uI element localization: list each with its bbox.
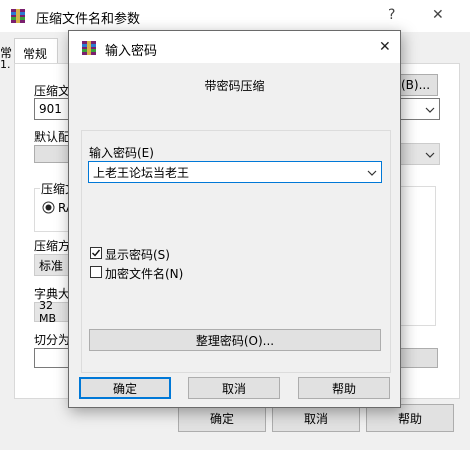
default-config-label: 默认配 <box>34 130 71 144</box>
ok-button[interactable]: 确定 <box>178 404 266 432</box>
dialog-cancel-label: 取消 <box>221 381 246 396</box>
set-password-button[interactable] <box>400 348 438 368</box>
password-value: 上老王论坛当老王 <box>93 165 190 180</box>
cancel-button-label: 取消 <box>303 411 328 426</box>
help-button-label: 帮助 <box>397 411 422 426</box>
browse-button[interactable]: (B)... <box>396 74 438 96</box>
winrar-icon <box>81 40 97 56</box>
show-password-label: 显示密码(S) <box>105 248 170 262</box>
checkbox-unchecked-icon[interactable] <box>90 266 102 278</box>
dialog-header: 带密码压缩 <box>204 79 265 93</box>
organize-passwords-button[interactable]: 整理密码(O)... <box>89 329 381 351</box>
split-volumes-label: 切分为 <box>34 333 71 347</box>
password-label: 输入密码(E) <box>89 146 154 160</box>
partial-tab-label-2: 1. <box>0 58 11 71</box>
dialog-help-label: 帮助 <box>331 381 356 396</box>
browse-button-label: (B)... <box>401 78 431 92</box>
password-dialog: 输入密码 ✕ 带密码压缩 输入密码(E) 上老王论坛当老王 显示密码(S) 加密… <box>68 30 401 408</box>
password-input[interactable]: 上老王论坛当老王 <box>88 161 382 183</box>
dialog-ok-label: 确定 <box>112 381 137 396</box>
archive-options-group <box>400 186 436 326</box>
profiles-button[interactable] <box>34 145 70 163</box>
chevron-down-icon <box>425 102 435 116</box>
archive-name-dropdown[interactable] <box>400 98 440 120</box>
split-volumes-input[interactable] <box>34 348 70 368</box>
dialog-cancel-button[interactable]: 取消 <box>188 377 280 399</box>
archive-name-value: 901 <box>39 102 62 116</box>
ok-button-label: 确定 <box>209 411 234 426</box>
dialog-ok-button[interactable]: 确定 <box>79 377 171 399</box>
dialog-title: 输入密码 <box>105 44 158 59</box>
help-icon[interactable]: ? <box>388 7 395 23</box>
dialog-titlebar: 输入密码 ✕ <box>69 31 400 63</box>
compression-method-dropdown[interactable]: 标准 <box>34 254 70 276</box>
compression-method-label: 压缩方 <box>34 239 71 253</box>
window-title: 压缩文件名和参数 <box>36 12 141 27</box>
organize-passwords-label: 整理密码(O)... <box>195 333 275 348</box>
dictionary-size-value: 32 MB <box>39 299 57 325</box>
dictionary-size-dropdown[interactable]: 32 MB <box>34 299 70 325</box>
tab-general[interactable]: 常规 <box>14 38 58 64</box>
window-titlebar: 压缩文件名和参数 ? ✕ <box>0 0 470 32</box>
archive-name-label: 压缩文 <box>34 84 71 98</box>
winrar-icon <box>10 8 26 24</box>
dialog-help-button[interactable]: 帮助 <box>298 377 390 399</box>
chevron-down-icon[interactable] <box>367 165 377 179</box>
help-button[interactable]: 帮助 <box>366 404 454 432</box>
close-icon[interactable]: ✕ <box>432 7 444 23</box>
tab-general-label: 常规 <box>23 47 48 61</box>
compression-method-value: 标准 <box>39 258 64 273</box>
close-icon[interactable]: ✕ <box>379 39 391 55</box>
radio-selected-icon[interactable] <box>42 201 55 217</box>
cancel-button[interactable]: 取消 <box>272 404 360 432</box>
chevron-down-icon <box>425 147 435 161</box>
update-mode-dropdown[interactable] <box>400 143 440 165</box>
checkbox-checked-icon[interactable] <box>90 247 102 259</box>
encrypt-filenames-label: 加密文件名(N) <box>105 267 184 281</box>
